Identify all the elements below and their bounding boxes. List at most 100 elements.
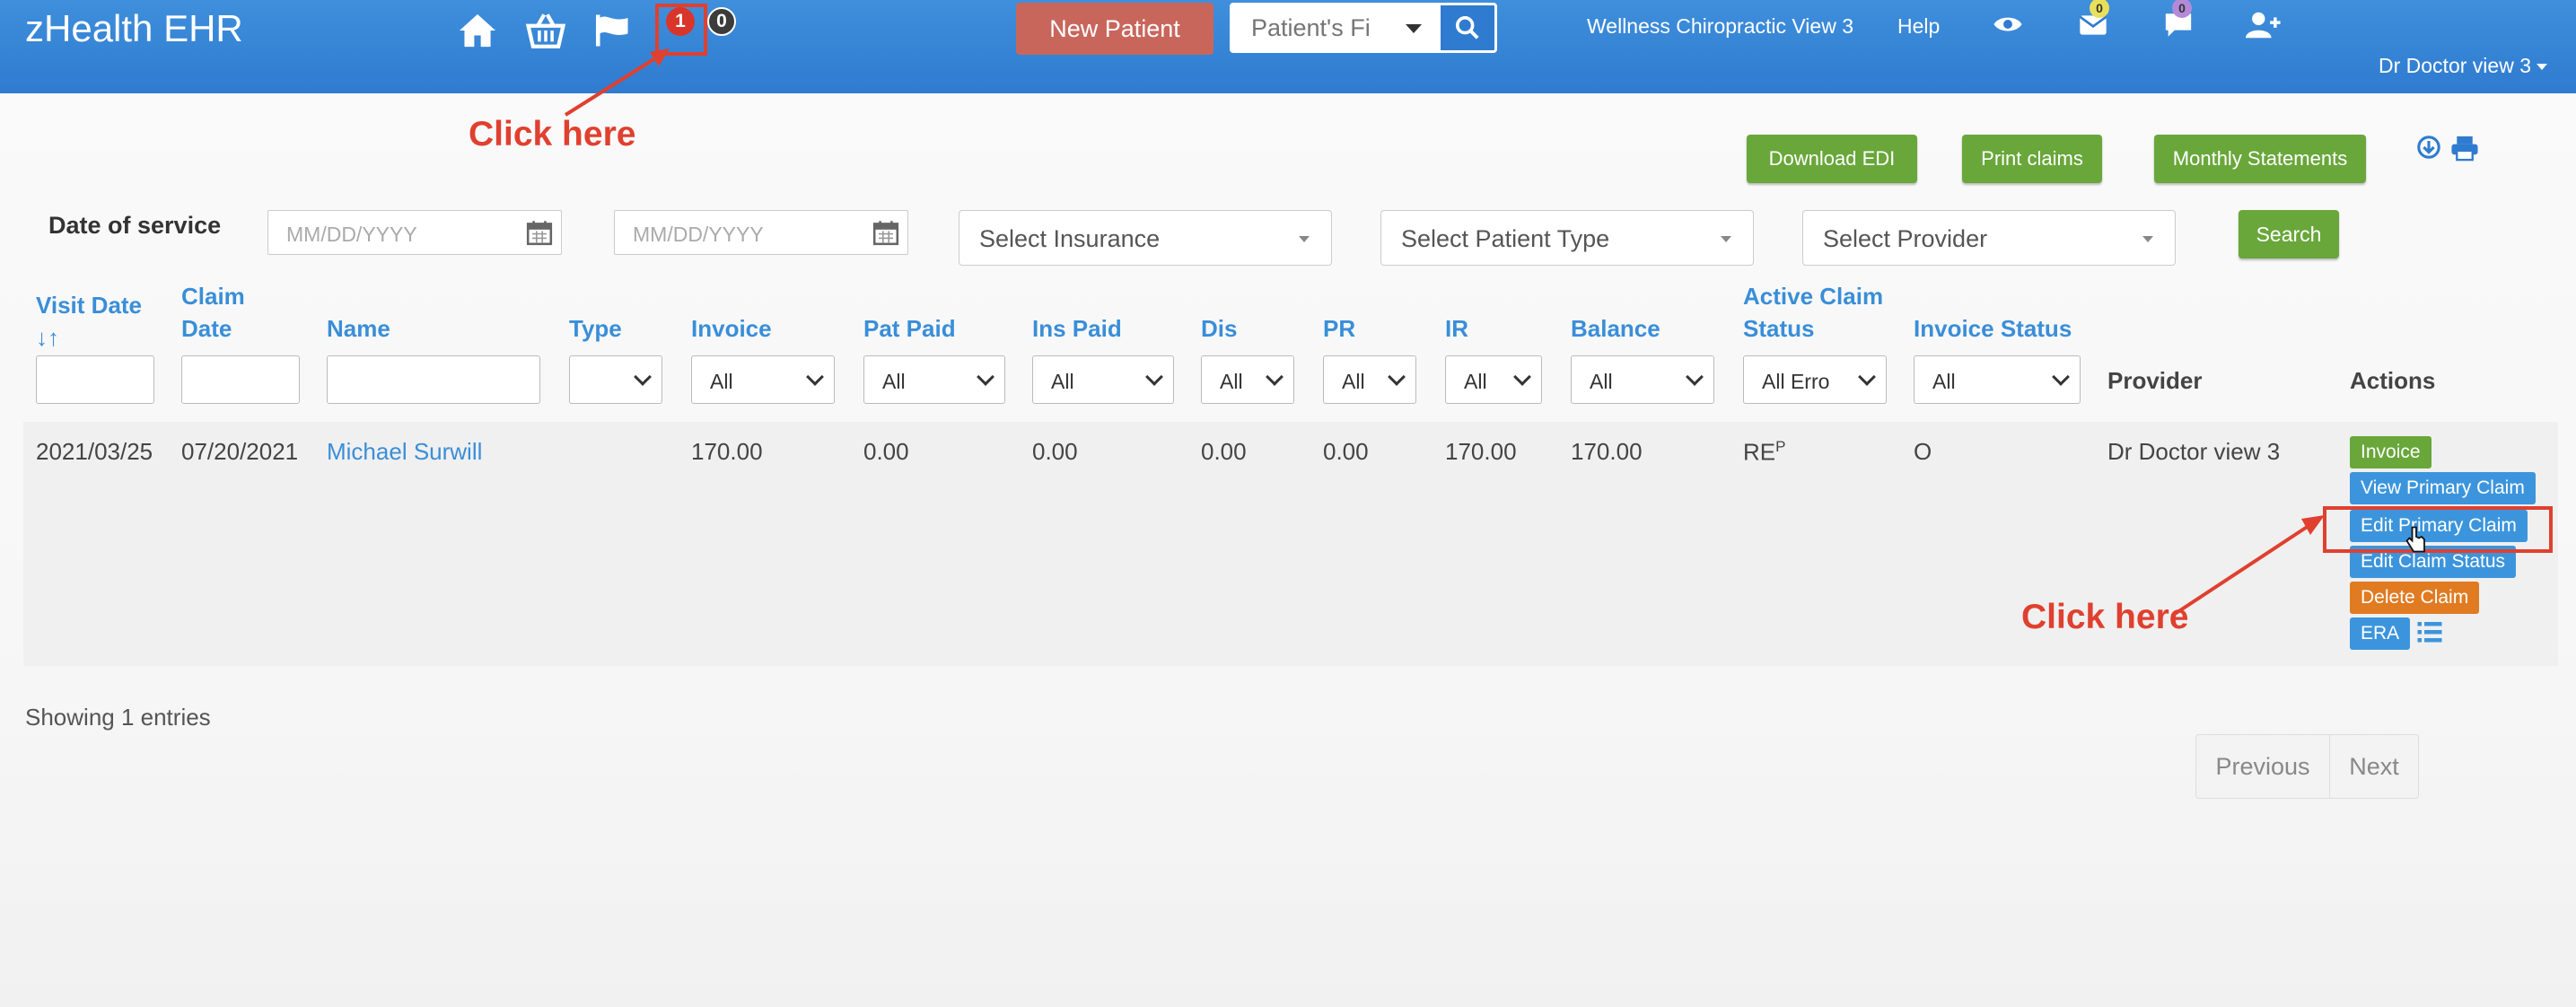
dropdown-arrow-icon	[1299, 236, 1310, 242]
calendar-icon[interactable]	[525, 218, 554, 247]
row-dis: 0.00	[1201, 438, 1247, 465]
ir-filter-select[interactable]: All	[1445, 355, 1542, 404]
col-claim-date-line1: Claim	[181, 283, 245, 310]
print-claims-button[interactable]: Print claims	[1962, 135, 2102, 183]
col-invoice[interactable]: Invoice	[691, 312, 772, 345]
date-from-placeholder: MM/DD/YYYY	[286, 223, 417, 246]
ins-paid-filter-select[interactable]: All	[1032, 355, 1174, 404]
col-ins-paid[interactable]: Ins Paid	[1032, 312, 1122, 345]
filter-search-button[interactable]: Search	[2239, 210, 2339, 258]
patient-type-select-value: Select Patient Type	[1401, 225, 1610, 252]
download-icon[interactable]	[2416, 135, 2441, 164]
calendar-icon[interactable]	[872, 218, 900, 247]
col-actions: Actions	[2350, 367, 2436, 394]
row-invoice-status: O	[1914, 438, 1932, 465]
col-name[interactable]: Name	[327, 312, 390, 345]
user-menu-label: Dr Doctor view 3	[2379, 54, 2531, 77]
dropdown-arrow-icon	[1721, 236, 1731, 242]
date-to-field[interactable]: MM/DD/YYYY	[614, 210, 908, 255]
patient-search-input[interactable]	[1249, 13, 1388, 43]
annotation-arrow-top	[564, 48, 670, 117]
active-claim-filter-select[interactable]: All Erro	[1743, 355, 1887, 404]
type-filter-select[interactable]	[569, 355, 662, 404]
dropdown-arrow-icon	[2142, 236, 2153, 242]
caret-down-icon[interactable]	[1406, 24, 1422, 33]
patient-type-select[interactable]: Select Patient Type	[1380, 210, 1754, 266]
practice-name-link[interactable]: Wellness Chiropractic View 3	[1587, 14, 1853, 39]
insurance-select[interactable]: Select Insurance	[959, 210, 1332, 266]
row-claim-status-sup: P	[1775, 438, 1786, 455]
invoice-filter-value: All	[710, 370, 733, 393]
col-balance[interactable]: Balance	[1571, 312, 1660, 345]
pat-paid-filter-select[interactable]: All	[863, 355, 1005, 404]
mouse-cursor-icon	[2405, 526, 2427, 557]
claim-date-filter[interactable]	[181, 355, 300, 404]
delete-claim-button[interactable]: Delete Claim	[2350, 582, 2480, 614]
name-filter[interactable]	[327, 355, 540, 404]
row-patient-name-link[interactable]: Michael Surwill	[327, 438, 482, 466]
invoice-status-filter-select[interactable]: All	[1914, 355, 2081, 404]
user-menu[interactable]: Dr Doctor view 3	[2379, 54, 2548, 78]
row-pr: 0.00	[1323, 438, 1369, 465]
list-icon[interactable]	[2416, 619, 2443, 651]
dis-filter-select[interactable]: All	[1201, 355, 1294, 404]
annotation-highlight-box-right	[2323, 506, 2553, 553]
insurance-select-value: Select Insurance	[979, 225, 1161, 252]
view-primary-claim-button[interactable]: View Primary Claim	[2350, 472, 2536, 504]
next-page-button[interactable]: Next	[2329, 734, 2419, 799]
visit-date-filter[interactable]	[36, 355, 154, 404]
date-from-field[interactable]: MM/DD/YYYY	[267, 210, 562, 255]
chevron-down-icon	[2052, 368, 2070, 386]
col-claim-date[interactable]: Claim Date	[181, 280, 245, 345]
chevron-down-icon	[1858, 368, 1876, 386]
balance-filter-value: All	[1590, 370, 1613, 393]
col-pat-paid[interactable]: Pat Paid	[863, 312, 956, 345]
invoice-filter-select[interactable]: All	[691, 355, 835, 404]
entries-count: Showing 1 entries	[25, 704, 211, 731]
notification-dark-badge[interactable]: 0	[707, 7, 736, 36]
date-of-service-label: Date of service	[48, 212, 222, 239]
provider-select-value: Select Provider	[1823, 225, 1988, 252]
sort-icon[interactable]: ↓↑	[36, 321, 142, 354]
row-claim-status-code: RE	[1743, 438, 1776, 466]
pat-paid-filter-value: All	[882, 370, 906, 393]
search-icon	[1455, 15, 1479, 39]
chevron-down-icon	[1388, 368, 1406, 386]
dis-filter-value: All	[1220, 370, 1243, 393]
date-to-placeholder: MM/DD/YYYY	[633, 223, 764, 246]
col-dis[interactable]: Dis	[1201, 312, 1237, 345]
add-user-icon[interactable]	[2246, 11, 2282, 44]
row-claim-date: 07/20/2021	[181, 438, 299, 465]
col-ir[interactable]: IR	[1445, 312, 1468, 345]
invoice-button[interactable]: Invoice	[2350, 436, 2431, 468]
col-visit-date[interactable]: Visit Date ↓↑	[36, 289, 142, 354]
ins-paid-filter-value: All	[1051, 370, 1074, 393]
provider-select[interactable]: Select Provider	[1802, 210, 2176, 266]
previous-page-button[interactable]: Previous	[2195, 734, 2330, 799]
chevron-down-icon	[1266, 368, 1284, 386]
eye-icon[interactable]	[1993, 13, 2023, 40]
col-provider: Provider	[2107, 367, 2203, 394]
col-invoice-status[interactable]: Invoice Status	[1914, 312, 2072, 345]
era-button[interactable]: ERA	[2350, 617, 2411, 650]
print-icon[interactable]	[2450, 135, 2479, 166]
patient-search-box	[1230, 3, 1438, 53]
search-button[interactable]	[1438, 3, 1497, 53]
home-icon[interactable]	[454, 7, 501, 54]
col-pr[interactable]: PR	[1323, 312, 1355, 345]
monthly-statements-button[interactable]: Monthly Statements	[2154, 135, 2366, 183]
download-edi-button[interactable]: Download EDI	[1747, 135, 1917, 183]
col-active-claim-status[interactable]: Active Claim Status	[1743, 280, 1883, 345]
row-provider: Dr Doctor view 3	[2107, 438, 2281, 465]
pr-filter-value: All	[1342, 370, 1365, 393]
col-type[interactable]: Type	[569, 312, 622, 345]
help-link[interactable]: Help	[1897, 14, 1940, 39]
col-visit-date-label: Visit Date	[36, 292, 143, 319]
balance-filter-select[interactable]: All	[1571, 355, 1714, 404]
pr-filter-select[interactable]: All	[1323, 355, 1416, 404]
brand-logo[interactable]: zHealth EHR	[25, 7, 243, 50]
new-patient-button[interactable]: New Patient	[1016, 3, 1214, 55]
row-balance: 170.00	[1571, 438, 1643, 465]
row-pat-paid: 0.00	[863, 438, 909, 465]
invoice-status-filter-value: All	[1932, 370, 1956, 393]
